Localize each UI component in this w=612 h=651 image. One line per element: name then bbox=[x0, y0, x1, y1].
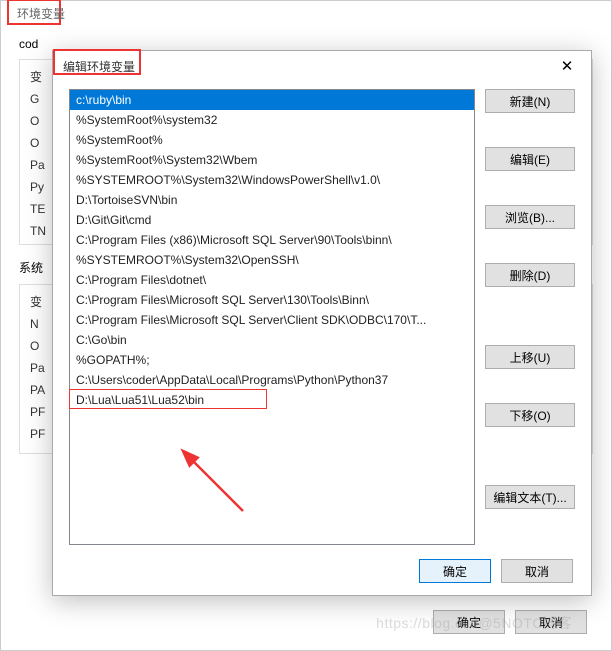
move-up-button[interactable]: 上移(U) bbox=[485, 345, 575, 369]
path-list-item[interactable]: C:\Program Files (x86)\Microsoft SQL Ser… bbox=[70, 230, 474, 250]
path-list-item[interactable]: %SYSTEMROOT%\System32\OpenSSH\ bbox=[70, 250, 474, 270]
ok-button[interactable]: 确定 bbox=[433, 610, 505, 634]
path-list-item[interactable]: %SystemRoot% bbox=[70, 130, 474, 150]
path-list-item[interactable]: D:\TortoiseSVN\bin bbox=[70, 190, 474, 210]
path-list-item[interactable]: C:\Program Files\dotnet\ bbox=[70, 270, 474, 290]
delete-button[interactable]: 删除(D) bbox=[485, 263, 575, 287]
dialog-body: c:\ruby\bin%SystemRoot%\system32%SystemR… bbox=[69, 89, 575, 545]
dialog-footer: 确定 取消 bbox=[419, 559, 573, 583]
path-list-item[interactable]: C:\Go\bin bbox=[70, 330, 474, 350]
path-list-item[interactable]: %SYSTEMROOT%\System32\WindowsPowerShell\… bbox=[70, 170, 474, 190]
edit-text-button[interactable]: 编辑文本(T)... bbox=[485, 485, 575, 509]
path-list-item[interactable]: D:\Git\Git\cmd bbox=[70, 210, 474, 230]
path-list-item[interactable]: C:\Program Files\Microsoft SQL Server\Cl… bbox=[70, 310, 474, 330]
move-down-button[interactable]: 下移(O) bbox=[485, 403, 575, 427]
new-button[interactable]: 新建(N) bbox=[485, 89, 575, 113]
dialog-side-buttons: 新建(N) 编辑(E) 浏览(B)... 删除(D) 上移(U) 下移(O) 编… bbox=[485, 89, 575, 545]
path-list-item[interactable]: %GOPATH%; bbox=[70, 350, 474, 370]
close-icon[interactable]: ✕ bbox=[547, 55, 587, 77]
annotation-box-modal-title bbox=[53, 49, 141, 75]
edit-env-var-dialog: 编辑环境变量 ✕ c:\ruby\bin%SystemRoot%\system3… bbox=[52, 50, 592, 596]
cancel-button[interactable]: 取消 bbox=[515, 610, 587, 634]
env-vars-title: 环境变量 bbox=[17, 5, 65, 22]
path-list-item[interactable]: C:\Program Files\Microsoft SQL Server\13… bbox=[70, 290, 474, 310]
browse-button[interactable]: 浏览(B)... bbox=[485, 205, 575, 229]
path-list-item[interactable]: C:\Users\coder\AppData\Local\Programs\Py… bbox=[70, 370, 474, 390]
path-list-item[interactable]: %SystemRoot%\System32\Wbem bbox=[70, 150, 474, 170]
path-list-item[interactable]: %SystemRoot%\system32 bbox=[70, 110, 474, 130]
path-list[interactable]: c:\ruby\bin%SystemRoot%\system32%SystemR… bbox=[69, 89, 475, 545]
dialog-ok-button[interactable]: 确定 bbox=[419, 559, 491, 583]
path-list-item[interactable]: c:\ruby\bin bbox=[70, 90, 474, 110]
env-vars-footer: 确定 取消 bbox=[433, 610, 587, 634]
dialog-cancel-button[interactable]: 取消 bbox=[501, 559, 573, 583]
edit-button[interactable]: 编辑(E) bbox=[485, 147, 575, 171]
annotation-box-item bbox=[69, 389, 267, 409]
